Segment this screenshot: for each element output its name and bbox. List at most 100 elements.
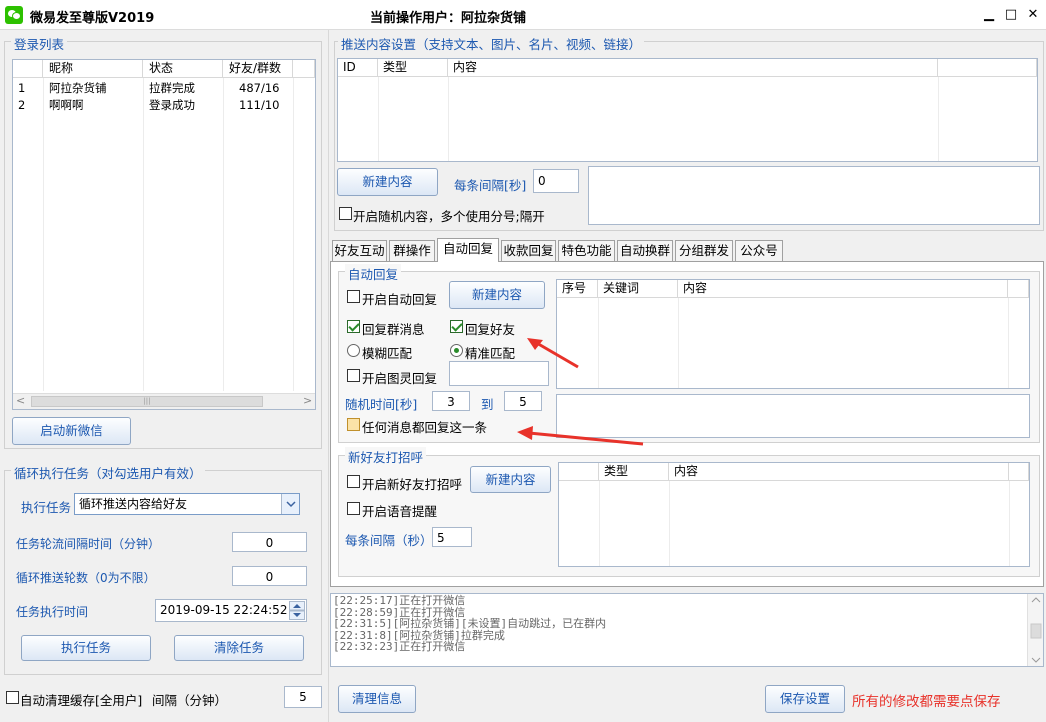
log-line: [22:32:23]正在打开微信 [333, 640, 466, 653]
col-header: 状态 [143, 60, 223, 78]
v-scrollbar[interactable] [1027, 594, 1043, 666]
maximize-button[interactable]: □ [1000, 5, 1022, 25]
greet-interval-label: 每条间隔（秒） [345, 533, 433, 548]
log-box[interactable]: [22:25:17]正在打开微信 [22:28:59]正在打开微信 [22:31… [330, 593, 1044, 667]
log-line: [22:31:5][阿拉杂货铺][未设置]自动跳过，已在群内 [333, 617, 607, 630]
greet-group-label: 新好友打招呼 [345, 447, 427, 466]
fuzzy-label: 模糊匹配 [362, 346, 413, 361]
close-button[interactable]: ✕ [1022, 5, 1044, 25]
col-header [1008, 280, 1029, 298]
tab-friend-interact[interactable]: 好友互动 [332, 240, 387, 261]
col-header: 序号 [557, 280, 598, 298]
push-random-text[interactable] [588, 166, 1040, 225]
random-checkbox[interactable] [339, 207, 352, 220]
cache-label: 自动清理缓存[全用户] [20, 693, 143, 708]
exec-task-button[interactable]: 执行任务 [21, 635, 151, 661]
tab-group-ops[interactable]: 群操作 [389, 240, 435, 261]
reply-friend-checkbox[interactable] [450, 320, 463, 333]
col-header [1009, 463, 1029, 481]
push-new-button[interactable]: 新建内容 [337, 168, 438, 196]
scroll-thumb[interactable]: ||| [31, 396, 263, 407]
rounds-input[interactable]: 0 [232, 566, 307, 586]
fuzzy-radio[interactable] [347, 344, 360, 357]
tuling-label: 开启图灵回复 [362, 371, 438, 386]
col-header: 内容 [669, 463, 1009, 481]
spin-icon[interactable] [289, 601, 305, 620]
greet-interval-input[interactable]: 5 [432, 527, 472, 547]
tab-auto-switch-group[interactable]: 自动换群 [617, 240, 673, 261]
greet-new-button[interactable]: 新建内容 [470, 466, 551, 493]
tuling-checkbox[interactable] [347, 369, 360, 382]
push-interval-label: 每条间隔[秒] [454, 178, 527, 193]
interval-input[interactable]: 0 [232, 532, 307, 552]
time-value: 2019-09-15 22:24:52 [160, 603, 288, 617]
reply-group-label: 回复群消息 [362, 322, 425, 337]
chevron-down-icon[interactable] [281, 494, 299, 514]
red-arrow-annotation [515, 424, 645, 448]
interval-label: 任务轮流间隔时间（分钟） [16, 537, 161, 551]
random-from-input[interactable]: 3 [432, 391, 470, 411]
col-header [559, 463, 599, 481]
col-header: 昵称 [43, 60, 143, 78]
to-label: 到 [481, 397, 494, 412]
cache-interval-input[interactable]: 5 [284, 686, 322, 708]
tab-features[interactable]: 特色功能 [558, 240, 615, 261]
col-header [293, 60, 315, 78]
cache-checkbox[interactable] [6, 691, 19, 704]
clear-log-button[interactable]: 清理信息 [338, 685, 416, 713]
reply-group-checkbox[interactable] [347, 320, 360, 333]
divider [328, 30, 329, 722]
loop-group-label: 循环执行任务（对勾选用户有效） [11, 463, 205, 482]
wechat-icon [5, 6, 23, 24]
tab-official-account[interactable]: 公众号 [735, 240, 783, 261]
tab-auto-reply[interactable]: 自动回复 [437, 238, 499, 262]
task-select-value: 循环推送内容给好友 [79, 497, 188, 511]
voice-checkbox[interactable] [347, 502, 360, 515]
tab-payment-reply[interactable]: 收款回复 [501, 240, 556, 261]
app-title: 微易发至尊版V2019 [30, 11, 155, 26]
col-header: 内容 [678, 280, 1008, 298]
login-group-label: 登录列表 [11, 34, 68, 53]
red-arrow-annotation [525, 337, 580, 369]
start-wechat-button[interactable]: 启动新微信 [12, 417, 131, 445]
col-header: 关键词 [598, 280, 678, 298]
exact-label: 精准匹配 [465, 346, 516, 361]
exact-radio[interactable] [450, 344, 463, 357]
push-content-list[interactable]: ID 类型 内容 [337, 58, 1038, 162]
tab-group-send[interactable]: 分组群发 [675, 240, 733, 261]
scroll-right-icon[interactable]: > [303, 394, 312, 407]
enable-auto-reply-checkbox[interactable] [347, 290, 360, 303]
scroll-left-icon[interactable]: < [16, 394, 25, 407]
greet-enable-checkbox[interactable] [347, 475, 360, 488]
col-header: 类型 [599, 463, 669, 481]
random-time-label: 随机时间[秒] [345, 397, 418, 412]
col-header [13, 60, 43, 78]
h-scrollbar[interactable]: < ||| > [13, 393, 315, 409]
col-header [938, 59, 1037, 77]
time-picker[interactable]: 2019-09-15 22:24:52 [155, 599, 307, 622]
clear-task-button[interactable]: 清除任务 [174, 635, 304, 661]
push-interval-input[interactable]: 0 [533, 169, 579, 193]
random-to-input[interactable]: 5 [504, 391, 542, 411]
greet-list[interactable]: 类型 内容 [558, 462, 1030, 567]
task-label: 执行任务 [21, 500, 72, 515]
auto-reply-label: 自动回复 [345, 264, 402, 283]
task-select[interactable]: 循环推送内容给好友 [74, 493, 300, 515]
save-settings-button[interactable]: 保存设置 [765, 685, 845, 713]
minimize-button[interactable]: ▁ [978, 5, 1000, 25]
auto-reply-new-button[interactable]: 新建内容 [449, 281, 545, 309]
any-message-checkbox[interactable] [347, 418, 360, 431]
col-header: 好友/群数 [223, 60, 293, 78]
time-label: 任务执行时间 [16, 605, 89, 619]
random-label: 开启随机内容，多个使用分号;隔开 [353, 209, 545, 224]
col-header: ID [338, 59, 378, 77]
log-line: [22:25:17]正在打开微信 [333, 594, 466, 607]
any-message-label: 任何消息都回复这一条 [362, 420, 488, 435]
col-header: 内容 [448, 59, 938, 77]
cache-interval-label: 间隔（分钟） [152, 693, 228, 708]
keyword-list[interactable]: 序号 关键词 内容 [556, 279, 1030, 389]
enable-auto-reply-label: 开启自动回复 [362, 292, 438, 307]
login-list[interactable]: 昵称 状态 好友/群数 1 阿拉杂货铺 拉群完成 487/16 2 啊啊啊 登录… [12, 59, 316, 410]
col-header: 类型 [378, 59, 448, 77]
save-hint: 所有的修改都需要点保存 [852, 694, 1001, 710]
